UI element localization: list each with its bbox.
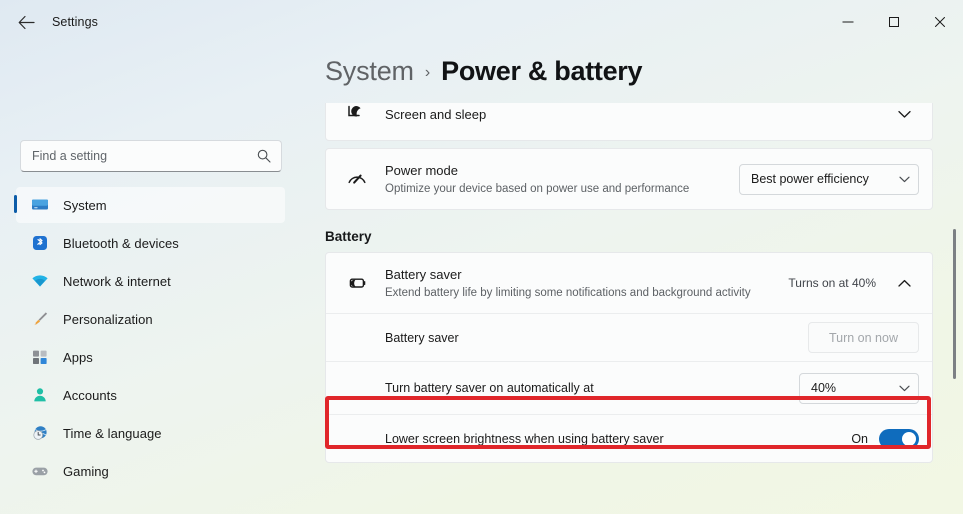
close-button[interactable] xyxy=(917,0,963,44)
sidebar-item-label: Personalization xyxy=(63,311,153,327)
battery-saver-right: Turns on at 40% xyxy=(788,268,919,298)
vertical-scrollbar[interactable] xyxy=(953,229,956,379)
screen-and-sleep-title: Screen and sleep xyxy=(385,106,487,122)
search-box[interactable] xyxy=(20,140,282,172)
auto-threshold-right: 40% xyxy=(799,372,919,404)
power-mode-title: Power mode xyxy=(385,162,458,178)
screen-and-sleep-text: Screen and sleep xyxy=(385,106,889,123)
lower-brightness-toggle[interactable] xyxy=(879,428,919,449)
toggle-knob xyxy=(902,431,916,446)
sidebar-item-apps[interactable]: Apps xyxy=(16,339,285,375)
turn-on-now-button[interactable]: Turn on now xyxy=(807,322,919,353)
power-mode-text: Power mode Optimize your device based on… xyxy=(385,162,739,197)
battery-saver-row-label: Battery saver xyxy=(385,330,459,345)
settings-window: Settings Find a setting System Bluetooth… xyxy=(0,0,963,514)
sidebar-item-label: Apps xyxy=(63,349,93,365)
speedometer-icon xyxy=(343,168,371,190)
battery-saver-icon xyxy=(343,272,371,294)
back-arrow-icon xyxy=(18,15,35,29)
lower-brightness-toggle-wrap[interactable]: On xyxy=(851,428,919,449)
search-input[interactable] xyxy=(32,149,256,163)
breadcrumb-parent[interactable]: System xyxy=(325,56,414,87)
battery-saver-text: Battery saver Extend battery life by lim… xyxy=(385,266,788,301)
battery-saver-title: Battery saver xyxy=(385,266,462,282)
sidebar-item-system[interactable]: System xyxy=(14,187,285,223)
breadcrumb-separator: › xyxy=(424,64,431,81)
clock-globe-icon xyxy=(31,424,49,442)
wifi-icon xyxy=(31,272,49,290)
sidebar-item-label: Bluetooth & devices xyxy=(63,235,179,251)
paintbrush-icon xyxy=(31,310,49,328)
lower-brightness-label: Lower screen brightness when using batte… xyxy=(385,431,664,446)
person-icon xyxy=(31,386,49,404)
window-title: Settings xyxy=(52,15,98,29)
monitor-moon-icon xyxy=(343,103,371,125)
chevron-down-icon xyxy=(899,385,910,391)
auto-threshold-label: Turn battery saver on automatically at xyxy=(385,381,594,395)
apps-icon xyxy=(31,348,49,366)
gamepad-icon xyxy=(31,462,49,480)
window-controls xyxy=(825,0,963,44)
sidebar-item-label: Network & internet xyxy=(63,273,171,289)
maximize-button[interactable] xyxy=(871,0,917,44)
battery-saver-card: Battery saver Extend battery life by lim… xyxy=(325,252,933,463)
sidebar-item-accounts[interactable]: Accounts xyxy=(16,377,285,413)
search-icon[interactable] xyxy=(256,148,272,164)
sidebar-item-gaming[interactable]: Gaming xyxy=(16,453,285,489)
power-mode-card: Power mode Optimize your device based on… xyxy=(325,148,933,210)
sidebar-item-personalization[interactable]: Personalization xyxy=(16,301,285,337)
chevron-up-icon[interactable] xyxy=(889,268,919,298)
bluetooth-icon xyxy=(31,234,49,252)
battery-saver-header-row[interactable]: Battery saver Extend battery life by lim… xyxy=(326,253,932,313)
maximize-icon xyxy=(889,17,899,27)
settings-scroll-area: Screen and sleep Power mode Optimize you… xyxy=(305,103,963,514)
title-bar: Settings xyxy=(0,0,963,44)
chevron-down-icon[interactable] xyxy=(889,103,919,129)
auto-threshold-dropdown[interactable]: 40% xyxy=(799,372,919,404)
sidebar-item-label: Accounts xyxy=(63,387,117,403)
sidebar-item-bluetooth-devices[interactable]: Bluetooth & devices xyxy=(16,225,285,261)
chevron-down-icon xyxy=(899,176,910,182)
screen-and-sleep-card[interactable]: Screen and sleep xyxy=(325,103,933,141)
auto-threshold-row: Turn battery saver on automatically at 4… xyxy=(326,361,932,414)
lower-brightness-toggle-state: On xyxy=(851,431,868,446)
battery-saver-row-right: Turn on now xyxy=(807,322,919,353)
sidebar-nav: System Bluetooth & devices Network & int… xyxy=(0,187,305,489)
minimize-button[interactable] xyxy=(825,0,871,44)
power-mode-right: Best power efficiency xyxy=(739,163,919,195)
power-mode-value: Best power efficiency xyxy=(751,172,869,186)
back-button[interactable] xyxy=(9,5,43,39)
sidebar-item-label: System xyxy=(63,197,107,213)
sidebar-item-label: Time & language xyxy=(63,425,162,441)
power-mode-row: Power mode Optimize your device based on… xyxy=(326,149,932,209)
sidebar-item-label: Gaming xyxy=(63,463,109,479)
monitor-icon xyxy=(31,196,49,214)
battery-saver-subtitle: Extend battery life by limiting some not… xyxy=(385,286,751,299)
auto-threshold-value: 40% xyxy=(811,381,837,395)
screen-and-sleep-right xyxy=(889,103,919,129)
breadcrumb: System › Power & battery xyxy=(325,56,643,87)
power-mode-subtitle: Optimize your device based on power use … xyxy=(385,182,690,195)
battery-saver-status: Turns on at 40% xyxy=(788,276,876,290)
main-content: System › Power & battery Screen and slee… xyxy=(305,44,963,514)
minimize-icon xyxy=(842,21,854,23)
battery-section-title: Battery xyxy=(325,229,372,244)
power-mode-dropdown[interactable]: Best power efficiency xyxy=(739,163,919,195)
sidebar-item-network-internet[interactable]: Network & internet xyxy=(16,263,285,299)
screen-and-sleep-row[interactable]: Screen and sleep xyxy=(326,103,932,140)
close-icon xyxy=(935,17,945,27)
lower-brightness-row: Lower screen brightness when using batte… xyxy=(326,414,932,462)
page-title: Power & battery xyxy=(441,56,643,86)
battery-saver-toggle-row: Battery saver Turn on now xyxy=(326,313,932,361)
sidebar: System Bluetooth & devices xyxy=(0,44,305,514)
sidebar-item-time-language[interactable]: Time & language xyxy=(16,415,285,451)
lower-brightness-right: On xyxy=(851,428,919,449)
